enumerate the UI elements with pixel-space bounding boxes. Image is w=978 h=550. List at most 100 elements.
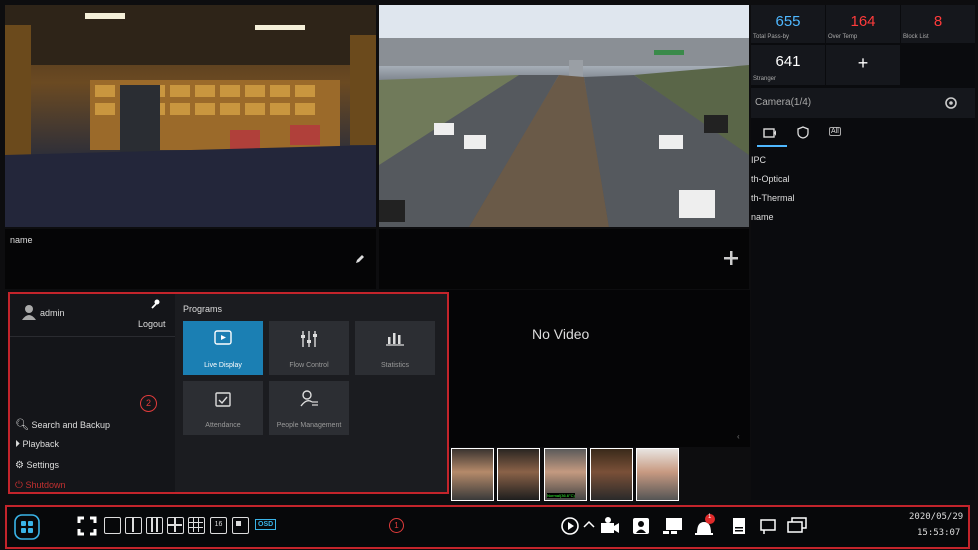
layout-3-icon[interactable] xyxy=(146,517,163,534)
power-icon: ⏻ xyxy=(15,480,23,491)
chevron-left-icon[interactable]: ‹ xyxy=(737,432,740,441)
osd-button[interactable]: OSD xyxy=(255,519,277,530)
stat-label: Block List xyxy=(903,34,929,40)
program-flow-control[interactable]: Flow Control xyxy=(269,321,349,375)
camera-tile-highway[interactable] xyxy=(379,5,749,227)
right-panel: 655 Total Pass-by 164 Over Temp 8 Block … xyxy=(751,5,975,500)
face-thumbnail[interactable]: Normal(36.6°C) xyxy=(544,448,587,501)
face-thumbnail[interactable] xyxy=(451,448,494,501)
stat-over-temp: 164 Over Temp xyxy=(826,5,900,43)
divider xyxy=(10,336,175,337)
stat-total-pass-by: 655 Total Pass-by xyxy=(751,5,825,43)
stat-label: Over Temp xyxy=(828,34,858,40)
menu-item-label: Playback xyxy=(22,439,60,449)
face-thumbnail[interactable] xyxy=(590,448,633,501)
sequence-view-icon[interactable] xyxy=(662,516,684,536)
alarm-count-badge: 1 xyxy=(708,514,712,520)
menu-item-search[interactable]: 🔍︎ Search and Backup xyxy=(15,418,110,432)
tab-shield-icon[interactable] xyxy=(797,126,809,139)
time-display: 15:53:07 xyxy=(917,528,961,538)
search-icon: 🔍︎ xyxy=(15,419,29,431)
taskbar: 16 OSD 1 1 2020/05/29 15:53:07 xyxy=(5,505,970,549)
layout-4-icon[interactable] xyxy=(167,517,184,534)
play-icon[interactable] xyxy=(560,516,580,536)
stat-value: 655 xyxy=(775,13,801,30)
stat-value: 641 xyxy=(775,53,801,70)
callout-badge-2: 2 xyxy=(140,395,157,412)
start-menu: admin Logout 2 🔍︎ Search and Backup ⏵ Pl… xyxy=(8,292,449,494)
stat-label: Total Pass-by xyxy=(753,34,790,40)
program-label: People Management xyxy=(276,422,342,429)
layout-2-icon[interactable] xyxy=(125,517,142,534)
menu-item-label: Settings xyxy=(26,460,60,470)
camera-name-label: name xyxy=(10,235,33,245)
fullscreen-icon[interactable] xyxy=(77,516,97,536)
disk-icon[interactable] xyxy=(730,516,748,536)
list-item[interactable]: name xyxy=(751,212,975,231)
program-label: Flow Control xyxy=(289,362,329,369)
stat-value: 164 xyxy=(850,13,876,30)
user-name: admin xyxy=(40,308,65,318)
add-camera-icon[interactable] xyxy=(724,251,738,265)
program-attendance[interactable]: Attendance xyxy=(183,381,263,435)
face-thumbnail[interactable] xyxy=(636,448,679,501)
list-item[interactable]: th-Optical xyxy=(751,174,975,193)
plus-icon: + xyxy=(857,53,869,73)
camera-tile-library[interactable] xyxy=(5,5,376,227)
menu-item-shutdown[interactable]: ⏻ Shutdown xyxy=(15,480,65,492)
record-camera-icon[interactable] xyxy=(599,516,621,536)
camera-panel-header: Camera(1/4) xyxy=(751,88,975,118)
chevron-up-icon[interactable] xyxy=(583,519,595,529)
settings-icon: ⚙ xyxy=(15,460,24,471)
add-stat-button[interactable]: + xyxy=(826,45,900,85)
menu-item-playback[interactable]: ⏵ Playback xyxy=(15,439,59,453)
stat-stranger: 641 Stranger xyxy=(751,45,825,85)
layout-16-icon[interactable]: 16 xyxy=(210,517,227,534)
attendance-icon xyxy=(215,392,231,407)
edit-icon[interactable] xyxy=(355,254,365,264)
temperature-caption: Normal(36.6°C) xyxy=(547,493,575,498)
camera-panel-title: Camera(1/4) xyxy=(755,97,812,108)
playback-icon: ⏵ xyxy=(15,439,20,450)
live-display-icon xyxy=(214,330,232,345)
empty-camera-pane[interactable] xyxy=(379,229,749,289)
callout-badge-1: 1 xyxy=(389,518,404,533)
stat-value: 8 xyxy=(933,13,943,30)
tab-all[interactable]: All xyxy=(829,127,841,136)
program-label: Live Display xyxy=(204,362,242,369)
program-people-management[interactable]: People Management xyxy=(269,381,349,435)
stat-label: Stranger xyxy=(753,76,777,82)
list-item[interactable]: IPC xyxy=(751,155,975,174)
program-statistics[interactable]: Statistics xyxy=(355,321,435,375)
logout-key-icon[interactable] xyxy=(150,299,160,309)
flow-control-icon xyxy=(301,331,317,347)
layout-9-icon[interactable] xyxy=(188,517,205,534)
menu-item-settings[interactable]: ⚙ Settings xyxy=(15,460,59,474)
start-menu-icon[interactable] xyxy=(14,514,40,540)
list-item[interactable]: th-Thermal xyxy=(751,193,975,212)
layout-custom-icon[interactable] xyxy=(232,517,249,534)
highway-scene xyxy=(379,5,749,227)
multi-screen-icon[interactable] xyxy=(786,516,808,536)
date-display: 2020/05/29 xyxy=(909,512,964,522)
layout-1-icon[interactable] xyxy=(104,517,121,534)
face-thumbnail[interactable] xyxy=(497,448,540,501)
program-live-display[interactable]: Live Display xyxy=(183,321,263,375)
ptz-icon[interactable] xyxy=(758,516,778,536)
stat-block-list: 8 Block List xyxy=(901,5,975,43)
settings-gear-icon[interactable] xyxy=(944,96,958,110)
program-label: Statistics xyxy=(380,362,409,369)
statistics-icon xyxy=(386,333,404,346)
tab-camera-icon[interactable] xyxy=(763,128,777,138)
user-avatar-icon xyxy=(22,305,36,320)
logout-button[interactable]: Logout xyxy=(138,319,166,329)
alarm-icon[interactable] xyxy=(692,513,718,537)
camera-name-pane: name xyxy=(5,229,376,289)
active-tab-indicator xyxy=(757,145,787,147)
people-management-icon xyxy=(300,390,318,407)
programs-title: Programs xyxy=(183,304,223,314)
menu-left-column: admin Logout 2 🔍︎ Search and Backup ⏵ Pl… xyxy=(10,294,175,492)
camera-list: IPC th-Optical th-Thermal name xyxy=(751,155,975,231)
snapshot-icon[interactable] xyxy=(631,516,651,536)
no-video-pane[interactable]: No Video ‹ xyxy=(447,290,750,447)
